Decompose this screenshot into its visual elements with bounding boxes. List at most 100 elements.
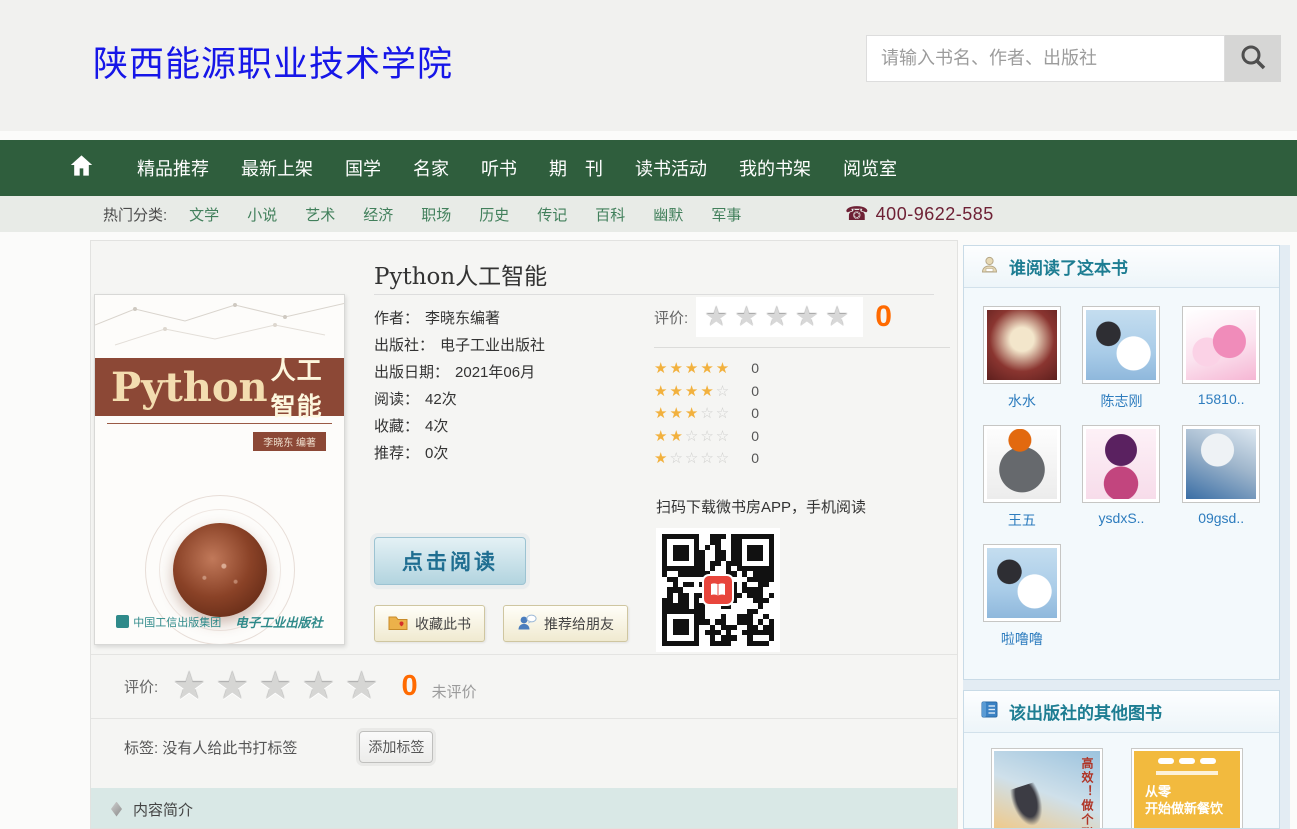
add-tag-button[interactable]: 添加标签 (359, 731, 433, 763)
category-encyclopedia[interactable]: 百科 (595, 204, 625, 225)
nav-item-masters[interactable]: 名家 (413, 155, 449, 181)
avatar[interactable] (983, 425, 1061, 503)
book-cover[interactable]: Python 人工智能 李晓东 编著 中国工信出版集团 电子工业出版社 (94, 294, 345, 645)
nav-item-new[interactable]: 最新上架 (241, 155, 313, 181)
category-economy[interactable]: 经济 (363, 204, 393, 225)
rating-count: 0 (751, 450, 759, 466)
cover-publisher-row: 中国工信出版集团 电子工业出版社 (95, 612, 344, 631)
publisher-books-list: 高效！做个聪明.. 从零 开始做新餐饮 (964, 733, 1279, 829)
reader-item[interactable]: 啦噜噜 (983, 544, 1061, 649)
cover-sphere-art (173, 523, 267, 617)
recommend-button-label: 推荐给朋友 (544, 614, 614, 634)
nav-item-guoxue[interactable]: 国学 (345, 155, 381, 181)
home-button[interactable] (68, 152, 95, 184)
book-detail-panel: Python人工智能 Python 人工智能 李晓东 编著 中国工信出版集团 电… (90, 240, 958, 829)
cover-author-strip: 李晓东 编著 (253, 432, 326, 451)
reader-name[interactable]: 王五 (983, 510, 1061, 530)
cover-logos-decoration (1134, 758, 1240, 764)
hotline-number: 400-9622-585 (876, 204, 994, 225)
nav-item-featured[interactable]: 精品推荐 (137, 155, 209, 181)
field-publisher: 出版社：电子工业出版社 (374, 334, 545, 357)
category-literature[interactable]: 文学 (189, 204, 219, 225)
rating-label: 评价: (654, 307, 688, 328)
qr-code (656, 528, 780, 652)
reader-item[interactable]: 陈志刚 (1082, 306, 1160, 411)
readers-panel: 谁阅读了这本书 水水 陈志刚 15810.. 王五 ysdxS.. (963, 245, 1280, 680)
reader-name[interactable]: 陈志刚 (1082, 391, 1160, 411)
reader-name[interactable]: ysdxS.. (1082, 510, 1160, 526)
category-military[interactable]: 军事 (711, 204, 741, 225)
reader-item[interactable]: 水水 (983, 306, 1061, 411)
publisher-book-title: 高效！做个聪明.. (1079, 757, 1096, 829)
rating-breakdown-row-3: ★★★☆☆ 0 (654, 402, 950, 425)
four-star-icon: ★★★★☆ (654, 382, 731, 400)
recommend-button[interactable]: 推荐给朋友 (503, 605, 628, 642)
avatar[interactable] (1182, 425, 1260, 503)
book-metadata: 作者：李晓东编著 出版社：电子工业出版社 出版日期：2021年06月 阅读：42… (374, 307, 545, 469)
avatar[interactable] (1182, 306, 1260, 384)
category-novel[interactable]: 小说 (247, 204, 277, 225)
cover-title-en: Python (111, 364, 268, 411)
cover-rule (107, 423, 332, 424)
nav-item-journals[interactable]: 期 刊 (549, 155, 603, 181)
avatar[interactable] (1082, 425, 1160, 503)
review-status: 未评价 (432, 681, 477, 702)
publisher-group-icon (116, 615, 129, 628)
nav-item-bookshelf[interactable]: 我的书架 (739, 155, 811, 181)
category-art[interactable]: 艺术 (305, 204, 335, 225)
hotline: ☎ 400-9622-585 (845, 196, 994, 232)
cover-title-band: Python 人工智能 (95, 358, 344, 416)
reader-name[interactable]: 水水 (983, 391, 1061, 411)
nav-item-activities[interactable]: 读书活动 (635, 155, 707, 181)
reader-item[interactable]: 15810.. (1182, 306, 1260, 411)
search-bar (866, 35, 1281, 82)
avatar[interactable] (983, 544, 1061, 622)
main-nav: 精品推荐 最新上架 国学 名家 听书 期 刊 读书活动 我的书架 阅览室 (0, 140, 1297, 196)
read-button[interactable]: 点击阅读 (374, 537, 526, 585)
user-review-row: 评价: ★★★★★ 0 未评价 (91, 654, 957, 719)
publisher-book-title: 开始做新餐饮 (1134, 800, 1240, 817)
publisher-book-cover[interactable]: 高效！做个聪明.. (991, 748, 1103, 829)
avatar[interactable] (983, 306, 1061, 384)
category-history[interactable]: 历史 (479, 204, 509, 225)
reader-item[interactable]: 09gsd.. (1182, 425, 1260, 530)
review-score: 0 (402, 670, 418, 703)
reader-item[interactable]: ysdxS.. (1082, 425, 1160, 530)
collect-button[interactable]: 收藏此书 (374, 605, 485, 642)
search-input[interactable] (866, 35, 1225, 82)
page-header: 陕西能源职业技术学院 (0, 0, 1297, 131)
category-humor[interactable]: 幽默 (653, 204, 683, 225)
search-button[interactable] (1225, 35, 1281, 82)
phone-icon: ☎ (845, 203, 869, 226)
home-icon (68, 152, 95, 184)
readers-grid: 水水 陈志刚 15810.. 王五 ysdxS.. 09gsd.. (964, 288, 1279, 649)
tags-empty-text: 标签: 没有人给此书打标签 (124, 737, 297, 758)
reader-name[interactable]: 啦噜噜 (983, 629, 1061, 649)
publisher-books-panel: 该出版社的其他图书 高效！做个聪明.. 从零 开始做新餐饮 (963, 690, 1280, 829)
publisher-book-title: 从零 (1134, 783, 1240, 800)
cover-subline-decoration (1156, 771, 1218, 775)
cover-title-cn: 人工智能 (271, 351, 344, 423)
category-biography[interactable]: 传记 (537, 204, 567, 225)
page-title: Python人工智能 (374, 257, 547, 291)
rating-count: 0 (751, 405, 759, 421)
rating-breakdown-row-5: ★★★★★ 0 (654, 357, 950, 380)
cover-network-decoration (95, 295, 345, 355)
avatar[interactable] (1082, 306, 1160, 384)
reader-item[interactable]: 王五 (983, 425, 1061, 530)
collect-button-label: 收藏此书 (415, 614, 471, 634)
site-title: 陕西能源职业技术学院 (93, 36, 453, 87)
rating-score: 0 (875, 300, 892, 334)
publisher-book-cover[interactable]: 从零 开始做新餐饮 (1131, 748, 1243, 829)
category-career[interactable]: 职场 (421, 204, 451, 225)
rating-count: 0 (751, 428, 759, 444)
review-star-rating[interactable]: ★★★★★ (172, 664, 387, 709)
folder-heart-icon (388, 614, 408, 634)
reader-name[interactable]: 09gsd.. (1182, 510, 1260, 526)
nav-item-audiobooks[interactable]: 听书 (481, 155, 517, 181)
reader-name[interactable]: 15810.. (1182, 391, 1260, 407)
review-label: 评价: (124, 676, 158, 697)
rating-breakdown-row-2: ★★☆☆☆ 0 (654, 425, 950, 448)
nav-item-readingroom[interactable]: 阅览室 (843, 155, 897, 181)
rating-count: 0 (751, 383, 759, 399)
